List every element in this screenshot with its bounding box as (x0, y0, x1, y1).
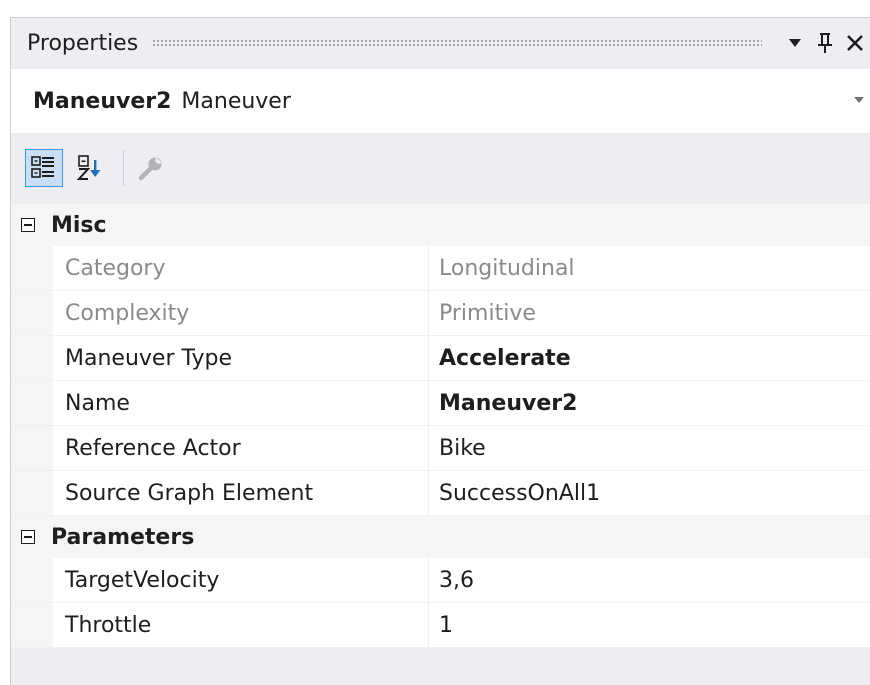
selected-object-type: Maneuver (181, 88, 291, 114)
property-name: TargetVelocity (53, 558, 429, 602)
toolbar-separator (123, 150, 124, 186)
property-name: Throttle (53, 603, 429, 647)
property-value[interactable]: 3,6 (429, 558, 870, 602)
category-parameters[interactable]: Parameters (11, 516, 870, 558)
property-row-source-graph-element[interactable]: Source Graph Element SuccessOnAll1 (11, 471, 870, 516)
property-name: Category (53, 246, 429, 290)
property-value[interactable]: Accelerate (429, 336, 870, 380)
auto-hide-button[interactable] (810, 28, 840, 58)
object-selector[interactable]: Maneuver2 Maneuver (11, 69, 870, 133)
selected-object-name: Maneuver2 (33, 88, 172, 114)
property-value[interactable]: Maneuver2 (429, 381, 870, 425)
pushpin-icon (818, 33, 832, 53)
property-row-maneuver-type[interactable]: Maneuver Type Accelerate (11, 336, 870, 381)
property-value[interactable]: 1 (429, 603, 870, 647)
chevron-down-icon[interactable] (854, 97, 864, 103)
window-menu-button[interactable] (780, 28, 810, 58)
close-button[interactable] (840, 28, 870, 58)
toolbar (11, 133, 870, 203)
property-value[interactable]: SuccessOnAll1 (429, 471, 870, 515)
title-bar[interactable]: Properties (11, 18, 870, 68)
categorized-button[interactable] (25, 149, 63, 187)
property-row-complexity[interactable]: Complexity Primitive (11, 291, 870, 336)
category-label: Parameters (51, 524, 195, 550)
property-pages-button[interactable] (132, 149, 170, 187)
collapse-icon[interactable] (21, 218, 35, 232)
drag-grip[interactable] (152, 39, 762, 47)
property-row-throttle[interactable]: Throttle 1 (11, 603, 870, 648)
close-icon (847, 35, 863, 51)
property-row-reference-actor[interactable]: Reference Actor Bike (11, 426, 870, 471)
property-name: Name (53, 381, 429, 425)
properties-window: Properties Maneuver2 Maneuver Misc Categ… (10, 17, 870, 685)
property-row-category[interactable]: Category Longitudinal (11, 246, 870, 291)
property-row-target-velocity[interactable]: TargetVelocity 3,6 (11, 558, 870, 603)
category-label: Misc (51, 212, 107, 238)
alphabetical-button[interactable] (71, 149, 109, 187)
property-grid: Misc Category Longitudinal Complexity Pr… (11, 204, 870, 648)
wrench-icon (138, 157, 162, 181)
property-value[interactable]: Bike (429, 426, 870, 470)
property-name: Complexity (53, 291, 429, 335)
property-row-name[interactable]: Name Maneuver2 (11, 381, 870, 426)
property-value[interactable]: Longitudinal (429, 246, 870, 290)
property-name: Maneuver Type (53, 336, 429, 380)
triangle-down-icon (789, 39, 801, 47)
window-title: Properties (27, 30, 139, 56)
property-name: Source Graph Element (53, 471, 429, 515)
category-misc[interactable]: Misc (11, 204, 870, 246)
categorized-icon (31, 156, 54, 178)
collapse-icon[interactable] (21, 530, 35, 544)
property-value[interactable]: Primitive (429, 291, 870, 335)
property-name: Reference Actor (53, 426, 429, 470)
alphabetical-sort-icon (76, 155, 101, 180)
